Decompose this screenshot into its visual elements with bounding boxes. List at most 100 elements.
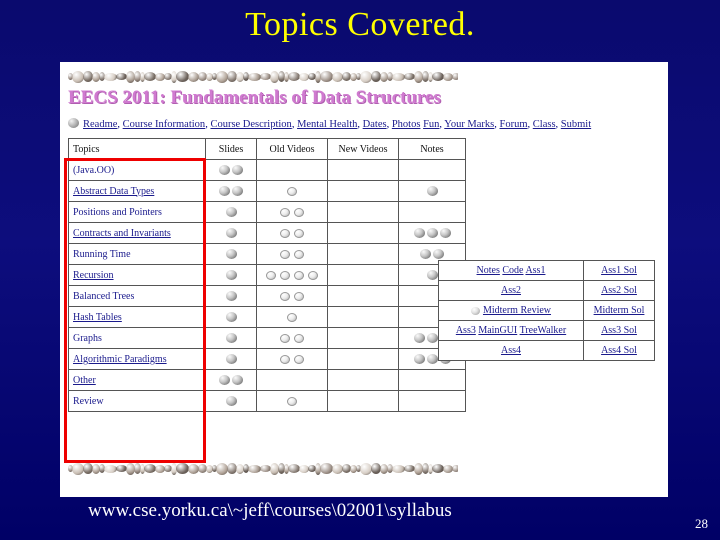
- slides-cell[interactable]: [206, 328, 256, 348]
- rock-icon[interactable]: [426, 333, 438, 344]
- video-icon[interactable]: [308, 270, 318, 280]
- assignment-link-ass2[interactable]: Ass2: [501, 285, 521, 296]
- slides-cell[interactable]: [206, 349, 256, 369]
- nav-link-submit[interactable]: Submit: [561, 119, 591, 130]
- video-icon[interactable]: [280, 354, 290, 364]
- nav-link-dates[interactable]: Dates: [363, 119, 387, 130]
- slides-cell[interactable]: [206, 391, 256, 411]
- rock-icon[interactable]: [219, 165, 230, 176]
- notes-cell[interactable]: [399, 223, 465, 243]
- slides-cell[interactable]: [206, 307, 256, 327]
- nav-link-forum[interactable]: Forum: [500, 119, 528, 130]
- video-icon[interactable]: [287, 396, 297, 406]
- old-videos-cell[interactable]: [257, 244, 327, 264]
- nav-link-readme[interactable]: Readme: [83, 119, 117, 130]
- rock-icon[interactable]: [225, 207, 237, 218]
- rock-icon[interactable]: [413, 333, 425, 344]
- slides-cell[interactable]: [206, 202, 256, 222]
- notes-cell[interactable]: [399, 181, 465, 201]
- solution-link-ass2-sol[interactable]: Ass2 Sol: [601, 285, 637, 296]
- old-videos-cell[interactable]: [257, 181, 327, 201]
- slides-cell[interactable]: [206, 370, 256, 390]
- assignment-link-notes[interactable]: Notes: [477, 265, 500, 276]
- rock-icon[interactable]: [232, 375, 243, 386]
- slides-cell[interactable]: [206, 160, 256, 180]
- slides-cell[interactable]: [206, 286, 256, 306]
- old-videos-cell[interactable]: [257, 265, 327, 285]
- assignment-link-midterm-review[interactable]: Midterm Review: [483, 305, 551, 316]
- nav-link-class[interactable]: Class: [533, 119, 556, 130]
- old-videos-cell[interactable]: [257, 328, 327, 348]
- nav-link-course-information[interactable]: Course Information: [123, 119, 206, 130]
- video-icon[interactable]: [294, 270, 304, 280]
- assignment-link-ass4[interactable]: Ass4: [501, 345, 521, 356]
- solution-link-ass4-sol[interactable]: Ass4 Sol: [601, 345, 637, 356]
- video-icon[interactable]: [280, 291, 290, 301]
- video-icon[interactable]: [280, 270, 290, 280]
- topic-label[interactable]: Hash Tables: [73, 312, 122, 323]
- rock-icon[interactable]: [225, 354, 237, 365]
- video-icon[interactable]: [287, 312, 297, 322]
- rock-icon[interactable]: [439, 228, 451, 239]
- slides-cell[interactable]: [206, 265, 256, 285]
- rock-icon[interactable]: [225, 333, 237, 344]
- video-icon[interactable]: [294, 354, 304, 364]
- solution-link-ass1-sol[interactable]: Ass1 Sol: [601, 265, 637, 276]
- topic-label[interactable]: Abstract Data Types: [73, 186, 154, 197]
- rock-icon[interactable]: [426, 354, 438, 365]
- assignment-link-maingui[interactable]: MainGUI: [478, 325, 517, 336]
- nav-link-photos[interactable]: Photos: [392, 119, 421, 130]
- topic-label[interactable]: Algorithmic Paradigms: [73, 354, 167, 365]
- slides-cell[interactable]: [206, 223, 256, 243]
- rock-icon[interactable]: [426, 186, 438, 197]
- video-icon[interactable]: [294, 228, 304, 238]
- rock-icon[interactable]: [433, 249, 444, 260]
- video-icon[interactable]: [287, 186, 297, 196]
- rock-icon[interactable]: [426, 228, 438, 239]
- assignment-link-ass3[interactable]: Ass3: [456, 325, 476, 336]
- rock-icon[interactable]: [426, 270, 438, 281]
- rock-icon[interactable]: [225, 312, 237, 323]
- rock-icon[interactable]: [413, 228, 425, 239]
- video-icon[interactable]: [280, 333, 290, 343]
- topic-label[interactable]: Recursion: [73, 270, 114, 281]
- rock-icon[interactable]: [225, 396, 237, 407]
- old-videos-cell[interactable]: [257, 349, 327, 369]
- assignment-link-ass1[interactable]: Ass1: [525, 265, 545, 276]
- video-icon[interactable]: [294, 207, 304, 217]
- solution-link-ass3-sol[interactable]: Ass3 Sol: [601, 325, 637, 336]
- nav-link-fun[interactable]: Fun: [423, 119, 439, 130]
- rock-icon[interactable]: [225, 270, 237, 281]
- topic-label[interactable]: Other: [73, 375, 96, 386]
- old-videos-cell[interactable]: [257, 202, 327, 222]
- video-icon[interactable]: [266, 270, 276, 280]
- slides-cell[interactable]: [206, 181, 256, 201]
- rock-icon[interactable]: [225, 228, 237, 239]
- rock-icon[interactable]: [225, 291, 237, 302]
- rock-icon[interactable]: [225, 249, 237, 260]
- video-icon[interactable]: [280, 249, 290, 259]
- topic-label[interactable]: Contracts and Invariants: [73, 228, 171, 239]
- rock-icon[interactable]: [413, 354, 425, 365]
- nav-link-your-marks[interactable]: Your Marks: [444, 119, 494, 130]
- rock-icon[interactable]: [219, 186, 230, 197]
- old-videos-cell[interactable]: [257, 223, 327, 243]
- rock-icon[interactable]: [232, 165, 243, 176]
- assignment-link-treewalker[interactable]: TreeWalker: [520, 325, 567, 336]
- assignment-link-code[interactable]: Code: [502, 265, 523, 276]
- rock-icon[interactable]: [219, 375, 230, 386]
- video-icon[interactable]: [294, 249, 304, 259]
- video-icon[interactable]: [280, 228, 290, 238]
- old-videos-cell[interactable]: [257, 391, 327, 411]
- video-icon[interactable]: [280, 207, 290, 217]
- video-icon[interactable]: [294, 291, 304, 301]
- rock-icon[interactable]: [232, 186, 243, 197]
- nav-link-mental-health[interactable]: Mental Health: [297, 119, 357, 130]
- video-icon[interactable]: [294, 333, 304, 343]
- solution-link-midterm-sol[interactable]: Midterm Sol: [594, 305, 645, 316]
- nav-link-course-description[interactable]: Course Description: [210, 119, 291, 130]
- rock-icon[interactable]: [420, 249, 431, 260]
- old-videos-cell[interactable]: [257, 307, 327, 327]
- old-videos-cell[interactable]: [257, 286, 327, 306]
- slides-cell[interactable]: [206, 244, 256, 264]
